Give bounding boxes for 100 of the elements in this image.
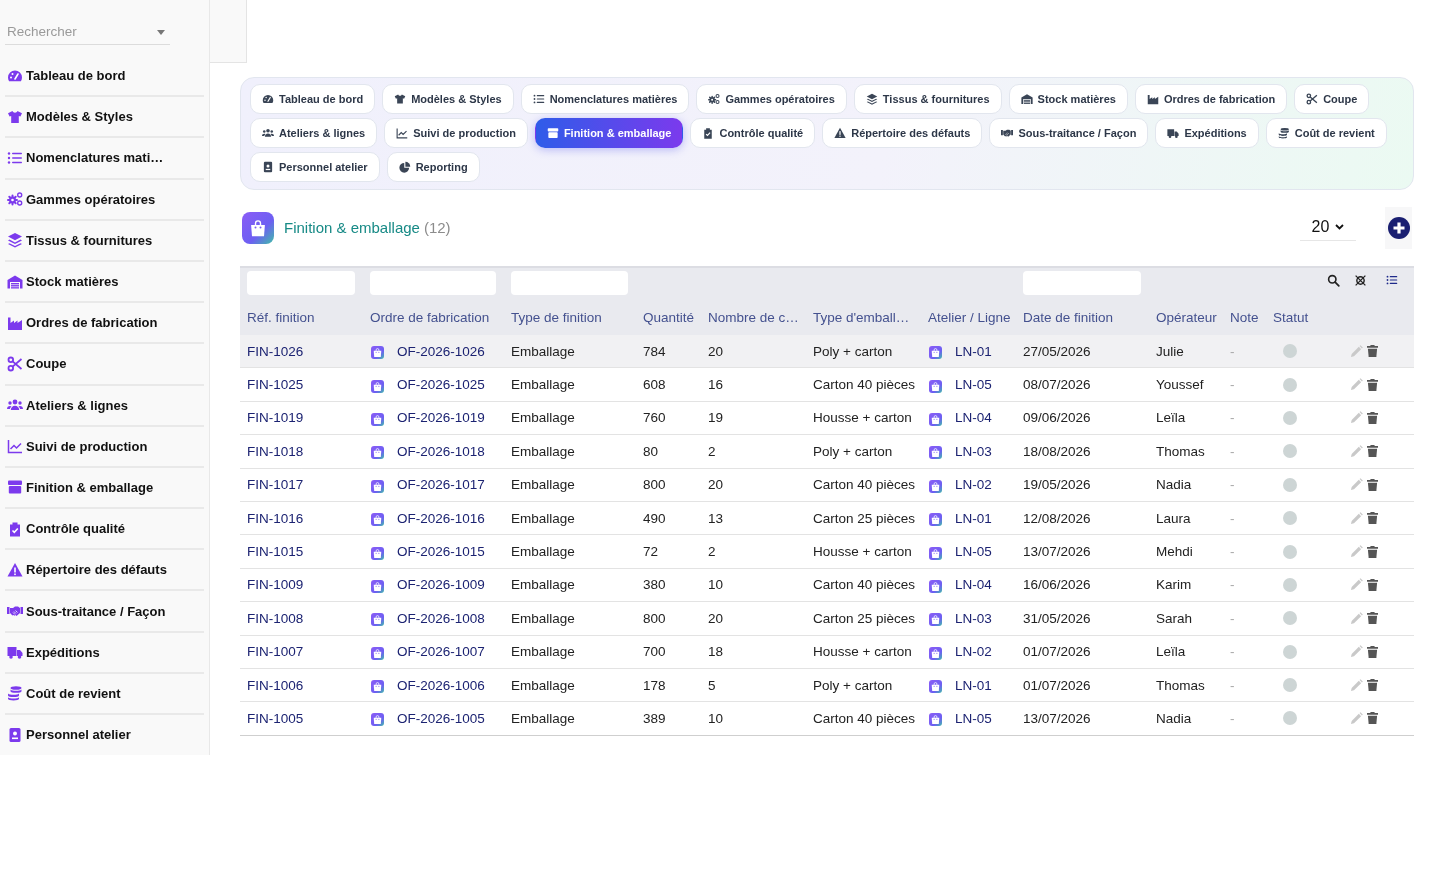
line-link[interactable]: LN-05 [955,711,992,726]
reference-link[interactable]: FIN-1015 [247,544,304,560]
trash-icon[interactable] [1367,445,1378,458]
list-icon[interactable] [1386,274,1398,286]
order-link[interactable]: OF-2026-1009 [397,577,485,593]
sidebar-item[interactable]: Tissus & fournitures [5,220,204,262]
tab[interactable]: Ordres de fabrication [1134,84,1288,114]
tab[interactable]: Gammes opératoires [696,84,847,114]
tab[interactable]: Sous-traitance / Façon [989,118,1149,148]
sidebar-item[interactable]: Stock matières [5,261,204,304]
reference-link[interactable]: FIN-1005 [247,711,304,726]
search-icon[interactable] [1327,274,1340,287]
sidebar-item[interactable]: Sous-traitance / Façon [5,591,204,633]
order-link[interactable]: OF-2026-1025 [397,377,485,393]
tab[interactable]: Tissus & fournitures [853,84,1002,114]
page-size-select[interactable]: 20 [1300,214,1356,241]
sidebar-item[interactable]: Répertoire des défauts [5,550,204,592]
sidebar-item[interactable]: Tableau de bord [5,56,204,98]
line-link[interactable]: LN-05 [955,544,992,560]
tab[interactable]: Personnel atelier [250,152,380,182]
column-header[interactable]: Note [1223,299,1266,335]
reference-link[interactable]: FIN-1009 [247,577,304,593]
tab[interactable]: Nomenclatures matières [520,84,690,114]
search-field[interactable]: Rechercher [5,19,170,45]
tab[interactable]: Stock matières [1008,84,1128,114]
column-header[interactable]: Réf. finition [240,299,363,335]
reference-link[interactable]: FIN-1006 [247,677,304,693]
line-link[interactable]: LN-01 [955,343,992,359]
line-link[interactable]: LN-03 [955,443,992,459]
table-row[interactable]: FIN-1026 OF-2026-1026 Emballage 784 20 Poly + carton LN-01 27/05/2026 Julie - [240,335,1414,369]
sidebar-item[interactable]: Coupe [5,344,204,386]
trash-icon[interactable] [1367,512,1378,525]
line-link[interactable]: LN-01 [955,510,992,526]
trash-icon[interactable] [1367,612,1378,625]
add-button[interactable] [1385,206,1412,249]
line-link[interactable]: LN-04 [955,577,992,593]
crossed-circle-icon[interactable] [1354,274,1367,287]
sidebar-item[interactable]: Finition & emballage [5,467,204,510]
sidebar-item[interactable]: Modèles & Styles [5,97,204,139]
order-link[interactable]: OF-2026-1006 [397,677,485,693]
sidebar-item[interactable]: Ateliers & lignes [5,385,204,427]
line-link[interactable]: LN-04 [955,410,992,426]
tab[interactable]: Tableau de bord [250,84,376,114]
sidebar-item[interactable]: Gammes opératoires [5,179,204,221]
reference-link[interactable]: FIN-1016 [247,510,304,526]
order-link[interactable]: OF-2026-1015 [397,544,485,560]
trash-icon[interactable] [1367,411,1378,424]
trash-icon[interactable] [1367,345,1378,358]
sidebar-item[interactable]: Nomenclatures mati… [5,138,204,180]
reference-link[interactable]: FIN-1026 [247,343,304,359]
trash-icon[interactable] [1367,545,1378,558]
sidebar-item[interactable]: Suivi de production [5,426,204,468]
line-link[interactable]: LN-02 [955,644,992,660]
line-link[interactable]: LN-05 [955,377,992,393]
reference-link[interactable]: FIN-1018 [247,443,304,459]
tab[interactable]: Coût de revient [1265,118,1387,148]
trash-icon[interactable] [1367,679,1378,692]
reference-link[interactable]: FIN-1007 [247,644,304,660]
tab[interactable]: Finition & emballage [534,118,684,148]
tab[interactable]: Répertoire des défauts [822,118,983,148]
tab[interactable]: Reporting [386,152,480,182]
trash-icon[interactable] [1367,478,1378,491]
order-link[interactable]: OF-2026-1018 [397,443,485,459]
order-link[interactable]: OF-2026-1019 [397,410,485,426]
tab[interactable]: Expéditions [1155,118,1259,148]
column-header[interactable]: Opérateur [1149,299,1223,335]
order-link[interactable]: OF-2026-1016 [397,510,485,526]
line-link[interactable]: LN-03 [955,610,992,626]
column-header[interactable]: Type d'emball… [806,299,921,335]
order-link[interactable]: OF-2026-1007 [397,644,485,660]
line-link[interactable]: LN-01 [955,677,992,693]
sidebar-item[interactable]: Coût de revient [5,673,204,715]
trash-icon[interactable] [1367,378,1378,391]
tab[interactable]: Modèles & Styles [382,84,514,114]
tab[interactable]: Suivi de production [384,118,528,148]
trash-icon[interactable] [1367,712,1378,725]
tab[interactable]: Coupe [1294,84,1370,114]
column-header[interactable]: Ordre de fabrication [363,299,504,335]
column-header[interactable]: Statut [1266,299,1322,335]
tab[interactable]: Contrôle qualité [690,118,816,148]
reference-link[interactable]: FIN-1019 [247,410,304,426]
order-link[interactable]: OF-2026-1005 [397,711,485,726]
column-header[interactable]: Nombre de c… [701,299,806,335]
order-link[interactable]: OF-2026-1026 [397,343,485,359]
order-link[interactable]: OF-2026-1008 [397,610,485,626]
order-link[interactable]: OF-2026-1017 [397,477,485,493]
column-header[interactable]: Atelier / Ligne [921,299,1016,335]
trash-icon[interactable] [1367,645,1378,658]
reference-link[interactable]: FIN-1008 [247,610,304,626]
tab[interactable]: Ateliers & lignes [250,118,378,148]
column-header[interactable]: Quantité [636,299,701,335]
column-header[interactable]: Type de finition [504,299,636,335]
sidebar-item[interactable]: Personnel atelier [5,715,204,755]
line-link[interactable]: LN-02 [955,477,992,493]
trash-icon[interactable] [1367,578,1378,591]
reference-link[interactable]: FIN-1017 [247,477,304,493]
sidebar-item[interactable]: Expéditions [5,632,204,674]
reference-link[interactable]: FIN-1025 [247,377,304,393]
column-header[interactable]: Date de finition [1016,299,1149,335]
sidebar-item[interactable]: Ordres de fabrication [5,303,204,345]
